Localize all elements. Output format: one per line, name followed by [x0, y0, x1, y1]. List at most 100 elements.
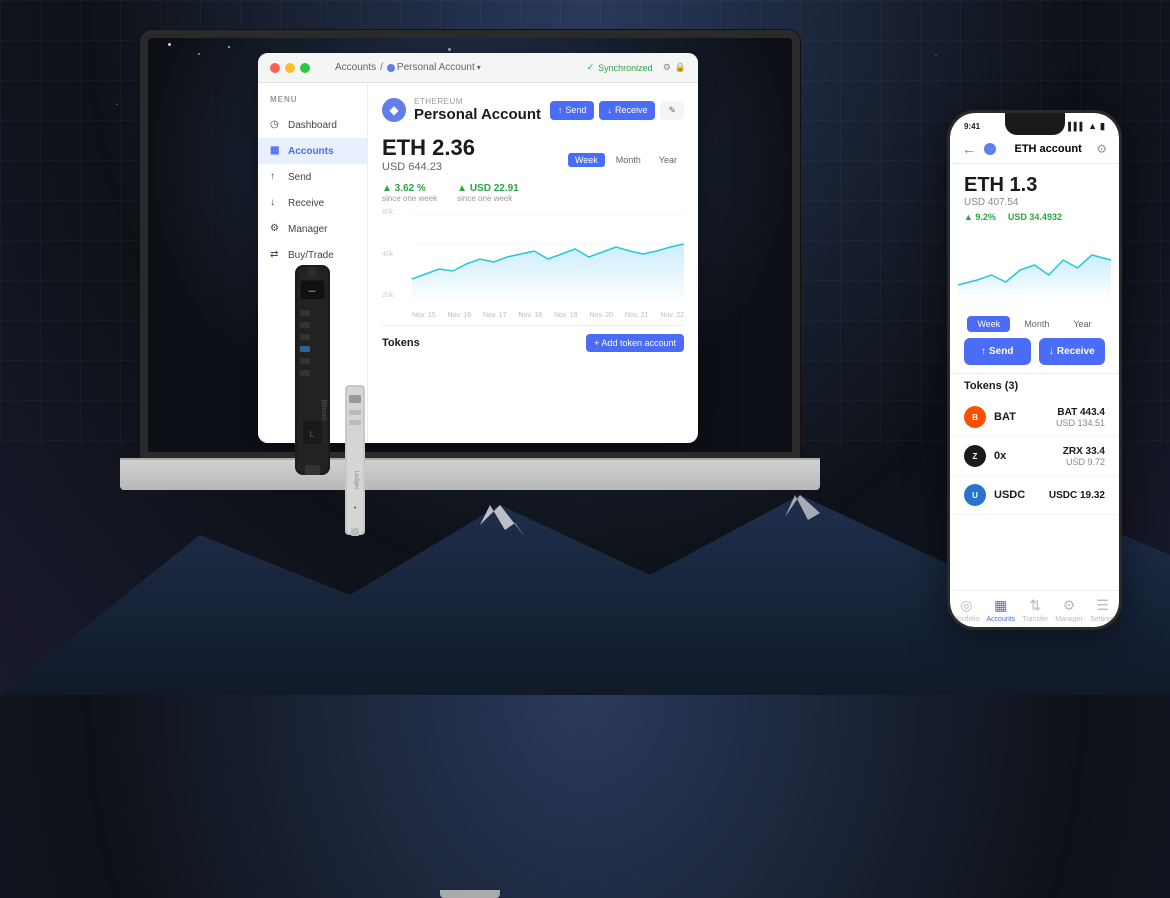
- bat-amount: BAT 443.4: [1056, 407, 1105, 418]
- breadcrumb-account[interactable]: Personal Account: [397, 62, 475, 73]
- phone-eth-icon: [984, 143, 996, 155]
- edit-icon: ✎: [668, 105, 676, 116]
- zrx-balance: ZRX 33.4 USD 9.72: [1063, 446, 1105, 467]
- phone-send-icon: ↑: [981, 346, 986, 357]
- phone-period-year[interactable]: Year: [1063, 316, 1101, 332]
- tokens-label: Tokens: [382, 337, 420, 349]
- menu-label: MENU: [258, 95, 367, 104]
- minimize-dot[interactable]: [285, 63, 295, 73]
- chart-x-nov17: Nov. 17: [483, 312, 507, 319]
- phone-nav-transfer[interactable]: ⇅ Transfer: [1022, 597, 1048, 623]
- sync-label: Synchronized: [598, 63, 653, 73]
- lock-icon[interactable]: 🔒: [675, 62, 686, 73]
- maximize-dot[interactable]: [300, 63, 310, 73]
- phone-battery-icon: ▮: [1100, 121, 1105, 132]
- dashboard-icon: ◷: [270, 119, 282, 131]
- token-item-usdc: U USDC USDC 19.32: [950, 476, 1119, 515]
- chart-controls: Week Month Year: [568, 153, 684, 167]
- ledger-nano-x: •••• Bitcoin L: [285, 260, 340, 480]
- eth-icon: ◆: [382, 98, 406, 122]
- laptop-container: Accounts / Personal Account ▾ ✓ Synchron…: [120, 30, 820, 610]
- phone-back-icon[interactable]: ←: [962, 141, 976, 157]
- phone-nav-accounts[interactable]: ▦ Accounts: [986, 597, 1015, 623]
- svg-text:L: L: [310, 430, 315, 439]
- phone-container: 9:41 ▌▌▌ ▲ ▮ ← ETH account ⚙: [947, 110, 1122, 630]
- sidebar-item-receive-label: Receive: [288, 198, 324, 209]
- phone-balance-eth: ETH 1.3: [964, 174, 1105, 197]
- chart-area: [412, 209, 684, 299]
- phone-stat-percent: ▲ 9.2%: [964, 212, 996, 222]
- account-name: Personal Account: [414, 106, 541, 123]
- zrx-icon: Z: [964, 445, 986, 467]
- close-dot[interactable]: [270, 63, 280, 73]
- phone-notch: [1005, 113, 1065, 135]
- sidebar-item-dashboard[interactable]: ◷ Dashboard: [258, 112, 367, 138]
- phone-header: ← ETH account ⚙: [950, 135, 1119, 164]
- phone-period-week[interactable]: Week: [967, 316, 1010, 332]
- chart-x-nov19: Nov. 19: [554, 312, 578, 319]
- send-arrow-icon: ↑: [558, 105, 563, 115]
- bat-icon: B: [964, 406, 986, 428]
- sidebar-item-accounts[interactable]: ▦ Accounts: [258, 138, 367, 164]
- accounts-nav-icon: ▦: [994, 597, 1007, 614]
- sidebar-item-manager[interactable]: ⚙ Manager: [258, 216, 367, 242]
- chart-x-labels: Nov. 15 Nov. 16 Nov. 17 Nov. 18 Nov. 19 …: [412, 312, 684, 319]
- laptop-base: [120, 460, 820, 490]
- phone-nav-portfolio[interactable]: ◎ Portfolio: [954, 597, 980, 623]
- accounts-nav-label: Accounts: [986, 616, 1015, 623]
- phone-period-month[interactable]: Month: [1014, 316, 1059, 332]
- phone-nav-manager[interactable]: ⚙ Manager: [1055, 597, 1083, 623]
- bat-name: BAT: [994, 411, 1056, 423]
- usdc-icon: U: [964, 484, 986, 506]
- manager-icon: ⚙: [270, 223, 282, 235]
- sidebar-item-accounts-label: Accounts: [288, 146, 334, 157]
- sidebar-item-buytrade-label: Buy/Trade: [288, 250, 334, 261]
- stat-usd-value: ▲ USD 22.91: [457, 183, 519, 194]
- chart-x-nov16: Nov. 16: [447, 312, 471, 319]
- phone-balance-usd: USD 407.54: [964, 197, 1105, 208]
- svg-text:••••: ••••: [308, 289, 315, 295]
- chart-svg: [412, 209, 684, 299]
- add-token-button[interactable]: + Add token account: [586, 334, 684, 352]
- usdc-balance: USDC 19.32: [1049, 490, 1105, 501]
- manager-nav-icon: ⚙: [1063, 597, 1076, 614]
- laptop-notch: [440, 890, 500, 898]
- edit-button[interactable]: ✎: [660, 101, 684, 120]
- send-icon: ↑: [270, 171, 282, 183]
- usdc-name: USDC: [994, 489, 1049, 501]
- add-token-label: + Add token account: [594, 338, 676, 348]
- settings-icon[interactable]: ⚙: [663, 62, 671, 73]
- stat-percent: ▲ 3.62 % since one week: [382, 183, 437, 203]
- stat-usd: ▲ USD 22.91 since one week: [457, 183, 519, 203]
- check-icon: ✓: [587, 62, 595, 73]
- phone-nav-settings[interactable]: ☰ Settings: [1090, 597, 1115, 623]
- account-actions: ↑ Send ↓ Receive ✎: [550, 101, 684, 120]
- phone-frame: 9:41 ▌▌▌ ▲ ▮ ← ETH account ⚙: [947, 110, 1122, 630]
- phone-signal-icon: ▌▌▌: [1068, 122, 1085, 131]
- sidebar-item-send[interactable]: ↑ Send: [258, 164, 367, 190]
- phone-send-label: Send: [989, 346, 1013, 357]
- chart-period-month[interactable]: Month: [609, 153, 648, 167]
- receive-icon: ↓: [270, 197, 282, 209]
- chart-x-nov18: Nov. 18: [518, 312, 542, 319]
- phone-settings-icon[interactable]: ⚙: [1096, 142, 1107, 156]
- phone-receive-button[interactable]: ↓ Receive: [1039, 338, 1106, 365]
- chart-x-nov20: Nov. 20: [589, 312, 613, 319]
- phone-time: 9:41: [964, 122, 980, 131]
- sidebar-item-send-label: Send: [288, 172, 311, 183]
- receive-button[interactable]: ↓ Receive: [599, 101, 655, 120]
- zrx-amount: ZRX 33.4: [1063, 446, 1105, 457]
- send-button[interactable]: ↑ Send: [550, 101, 595, 120]
- laptop-screen-inner: Accounts / Personal Account ▾ ✓ Synchron…: [148, 38, 792, 452]
- zrx-name: 0x: [994, 450, 1063, 462]
- chart-period-week[interactable]: Week: [568, 153, 605, 167]
- main-content: ◆ ETHEREUM Personal Account ↑ Send: [368, 83, 698, 443]
- sidebar-item-manager-label: Manager: [288, 224, 327, 235]
- chart-period-year[interactable]: Year: [652, 153, 684, 167]
- breadcrumb-accounts[interactable]: Accounts: [335, 62, 376, 73]
- account-title-block: ETHEREUM Personal Account: [414, 97, 541, 123]
- sidebar-item-receive[interactable]: ↓ Receive: [258, 190, 367, 216]
- bat-usd: USD 134.51: [1056, 418, 1105, 428]
- phone-chart-svg: [958, 230, 1111, 300]
- phone-send-button[interactable]: ↑ Send: [964, 338, 1031, 365]
